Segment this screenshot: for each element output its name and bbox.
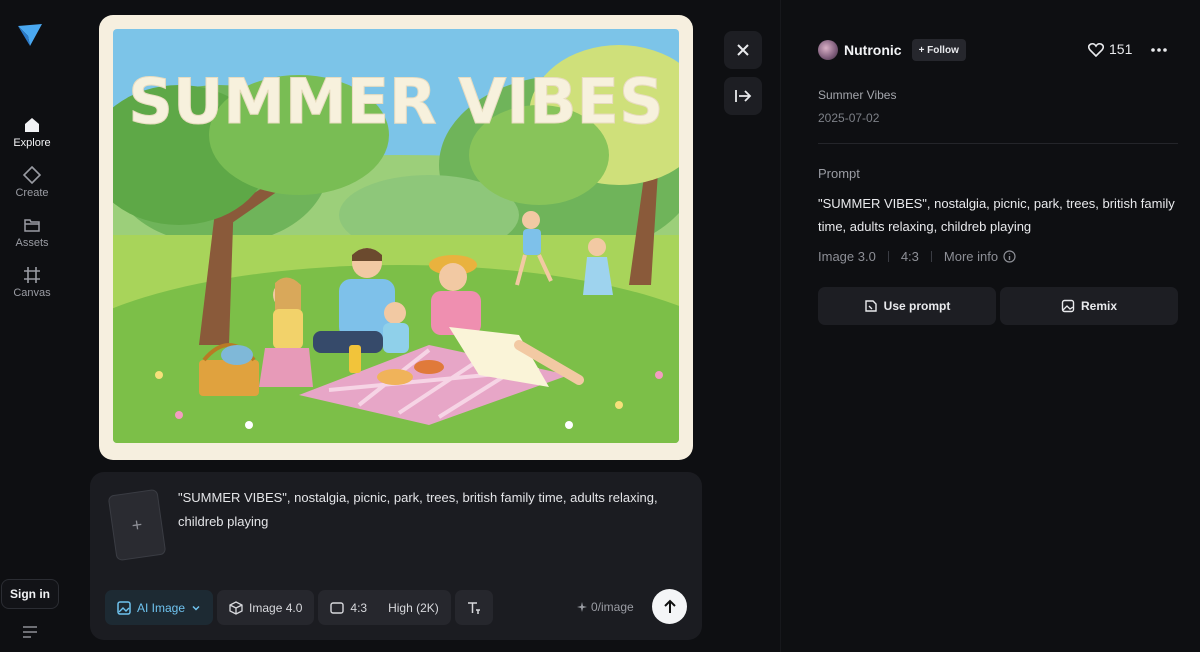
like-button[interactable]: 151 <box>1088 41 1132 57</box>
app-logo-icon[interactable] <box>16 22 44 48</box>
image-meta: Image 3.0 4:3 More info <box>818 249 1016 264</box>
prompt-input[interactable]: "SUMMER VIBES", nostalgia, picnic, park,… <box>178 486 658 534</box>
text-format-icon <box>467 601 480 614</box>
diamond-icon <box>23 166 41 184</box>
add-reference-button[interactable]: + <box>107 488 167 562</box>
aspect-ratio-icon <box>330 601 345 614</box>
menu-icon[interactable] <box>22 625 38 639</box>
cube-icon <box>229 600 243 615</box>
picnic-illustration: SUMMER VIBES <box>113 29 679 443</box>
sidebar: Explore Create Assets Canvas Sign in <box>0 0 64 652</box>
sidebar-item-assets[interactable]: Assets <box>0 216 64 249</box>
prompt-label: Prompt <box>818 166 860 181</box>
plus-icon: + <box>130 513 144 536</box>
arrow-right-bar-icon <box>735 90 752 102</box>
home-icon <box>25 118 39 132</box>
heart-icon <box>1088 42 1104 57</box>
sidebar-item-label: Explore <box>13 137 51 149</box>
more-info-link[interactable]: More info <box>944 249 1016 264</box>
meta-ratio: 4:3 <box>900 249 919 264</box>
section-divider <box>818 143 1178 144</box>
image-title: Summer Vibes <box>818 88 897 102</box>
credit-cost: 0/image <box>577 600 634 614</box>
sidebar-item-create[interactable]: Create <box>0 166 64 199</box>
panel-divider <box>780 0 781 652</box>
sidebar-item-label: Canvas <box>13 287 51 299</box>
avatar[interactable] <box>818 40 838 60</box>
follow-button[interactable]: + Follow <box>911 39 966 61</box>
meta-model: Image 3.0 <box>818 249 876 264</box>
close-icon <box>737 44 749 56</box>
prompt-composer: + "SUMMER VIBES", nostalgia, picnic, par… <box>90 472 702 640</box>
sign-in-button[interactable]: Sign in <box>1 579 59 609</box>
image-mode-icon <box>117 600 131 615</box>
mode-label: AI Image <box>137 600 186 615</box>
more-info-label: More info <box>943 249 999 264</box>
chevron-down-icon <box>192 605 200 611</box>
author-name[interactable]: Nutronic <box>844 42 902 58</box>
ratio-quality-selector[interactable]: 4:3 High (2K) <box>318 590 451 625</box>
text-style-button[interactable] <box>454 590 493 625</box>
like-count: 151 <box>1109 41 1133 57</box>
image-date: 2025-07-02 <box>818 111 880 125</box>
close-button[interactable] <box>724 31 762 69</box>
info-icon <box>1003 250 1016 263</box>
prompt-icon <box>864 300 877 312</box>
sidebar-item-label: Create <box>15 187 49 199</box>
ratio-label: 4:3 <box>350 600 368 615</box>
collapse-panel-button[interactable] <box>724 77 762 115</box>
folder-icon <box>24 219 40 232</box>
arrow-up-icon <box>663 599 676 613</box>
more-options-icon[interactable] <box>1150 44 1168 56</box>
cost-label: 0/image <box>591 600 634 614</box>
use-prompt-label: Use prompt <box>883 299 951 313</box>
grid-icon <box>24 267 40 283</box>
sidebar-item-canvas[interactable]: Canvas <box>0 266 64 299</box>
remix-button[interactable]: Remix <box>1000 287 1178 325</box>
mode-selector[interactable]: AI Image <box>105 590 214 625</box>
model-label: Image 4.0 <box>249 600 303 615</box>
sparkle-icon <box>577 602 587 612</box>
use-prompt-button[interactable]: Use prompt <box>818 287 996 325</box>
svg-text:SUMMER VIBES: SUMMER VIBES <box>128 65 663 138</box>
send-button[interactable] <box>652 589 687 624</box>
prompt-text: "SUMMER VIBES", nostalgia, picnic, park,… <box>818 196 1175 234</box>
image-icon <box>1061 299 1075 313</box>
composer-toolbar: AI Image Image 4.0 4:3 High (2K) <box>105 590 493 625</box>
generated-image[interactable]: SUMMER VIBES <box>99 15 693 460</box>
author-row: Nutronic + Follow <box>818 39 966 61</box>
model-selector[interactable]: Image 4.0 <box>217 590 315 625</box>
remix-label: Remix <box>1080 299 1118 313</box>
sidebar-item-label: Assets <box>15 237 49 249</box>
sidebar-item-explore[interactable]: Explore <box>0 116 64 149</box>
quality-label: High (2K) <box>388 600 439 615</box>
